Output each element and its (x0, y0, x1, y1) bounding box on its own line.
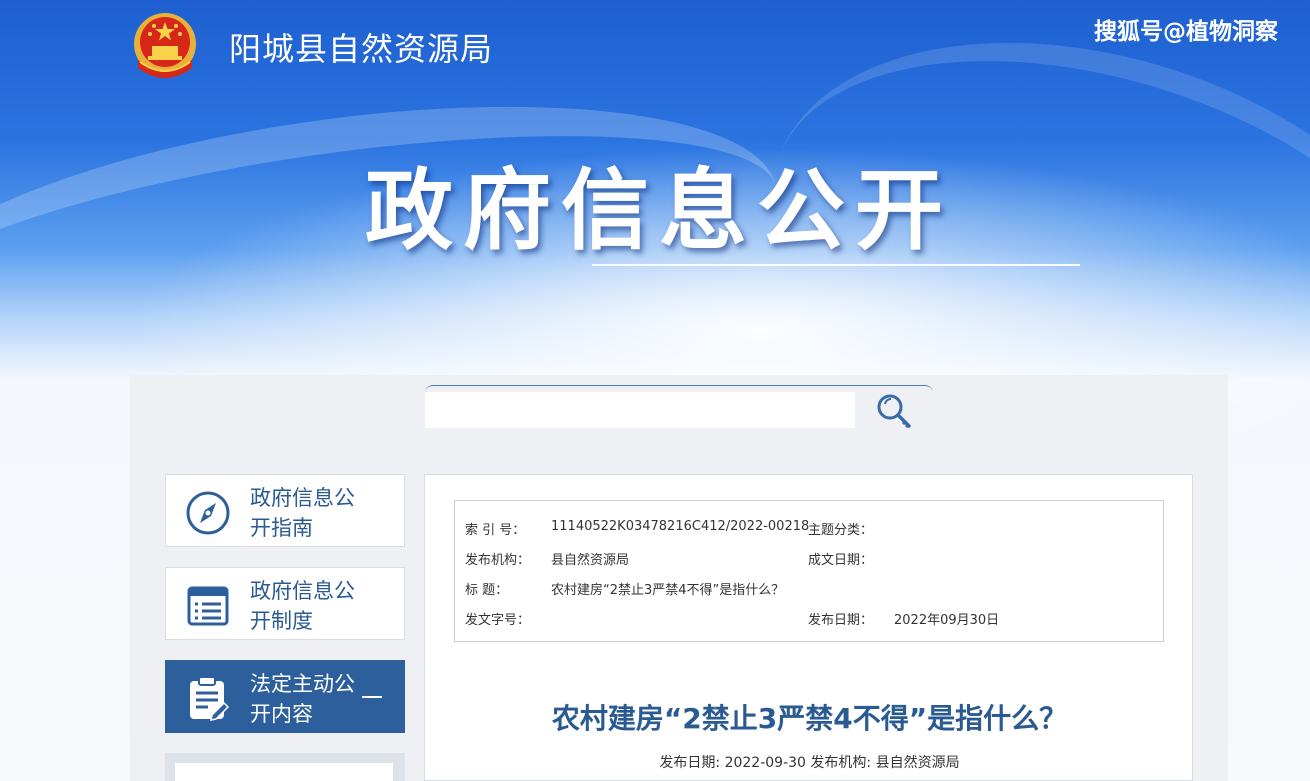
meta-label: 发文字号： (465, 613, 531, 628)
search-button[interactable] (873, 390, 915, 432)
metadata-table: 索 引 号： 11140522K03478216C412/2022-00218 … (454, 500, 1164, 642)
meta-label: 发布日期： (808, 613, 874, 628)
article-title: 农村建房“2禁止3严禁4不得”是指什么？ (551, 702, 1068, 735)
meta-label: 索 引 号： (465, 523, 526, 538)
sidebar-item-system[interactable]: 政府信息公开制度 (165, 567, 405, 640)
search-input[interactable] (425, 392, 855, 428)
meta-value: 农村建房“2禁止3严禁4不得”是指什么？ (551, 583, 785, 598)
meta-label: 标 题： (465, 583, 509, 598)
search-bar (425, 385, 933, 429)
collapse-icon[interactable] (362, 696, 382, 698)
sidebar-item-mandatory-disclosure[interactable]: 法定主动公开内容 (165, 660, 405, 733)
meta-label: 成文日期： (808, 553, 874, 568)
main-panel: 政府信息公开指南 政府信息公开制度 法定主动公开内容 索 引 号： 111405… (130, 375, 1228, 781)
sidebar-item-label: 政府信息公开制度 (250, 579, 355, 633)
sidebar-submenu-item[interactable] (175, 763, 393, 781)
meta-value: 2022年09月30日 (894, 613, 1000, 628)
national-emblem-icon (134, 13, 196, 78)
meta-label: 发布机构： (465, 553, 531, 568)
sidebar-item-guide[interactable]: 政府信息公开指南 (165, 474, 405, 547)
meta-value: 县自然资源局 (551, 553, 630, 568)
meta-label: 主题分类： (808, 523, 874, 538)
sidebar-item-label: 法定主动公开内容 (250, 672, 355, 726)
hero-underline (592, 264, 1080, 266)
sidebar-submenu (165, 753, 405, 781)
sidebar-item-label: 政府信息公开指南 (250, 486, 355, 540)
watermark-text: 搜狐号@植物洞察 (1094, 19, 1278, 45)
compass-icon (186, 491, 230, 535)
clipboard-edit-icon (190, 676, 230, 721)
site-title[interactable]: 阳城县自然资源局 (229, 24, 493, 70)
meta-value: 11140522K03478216C412/2022-00218 (551, 519, 810, 534)
document-list-icon (187, 586, 229, 626)
article-content: 索 引 号： 11140522K03478216C412/2022-00218 … (424, 474, 1193, 781)
search-key-icon (877, 394, 911, 429)
article-meta-line: 发布日期: 2022-09-30 发布机构: 县自然资源局 (659, 755, 960, 771)
hero-title: 政府信息公开 (365, 159, 954, 262)
